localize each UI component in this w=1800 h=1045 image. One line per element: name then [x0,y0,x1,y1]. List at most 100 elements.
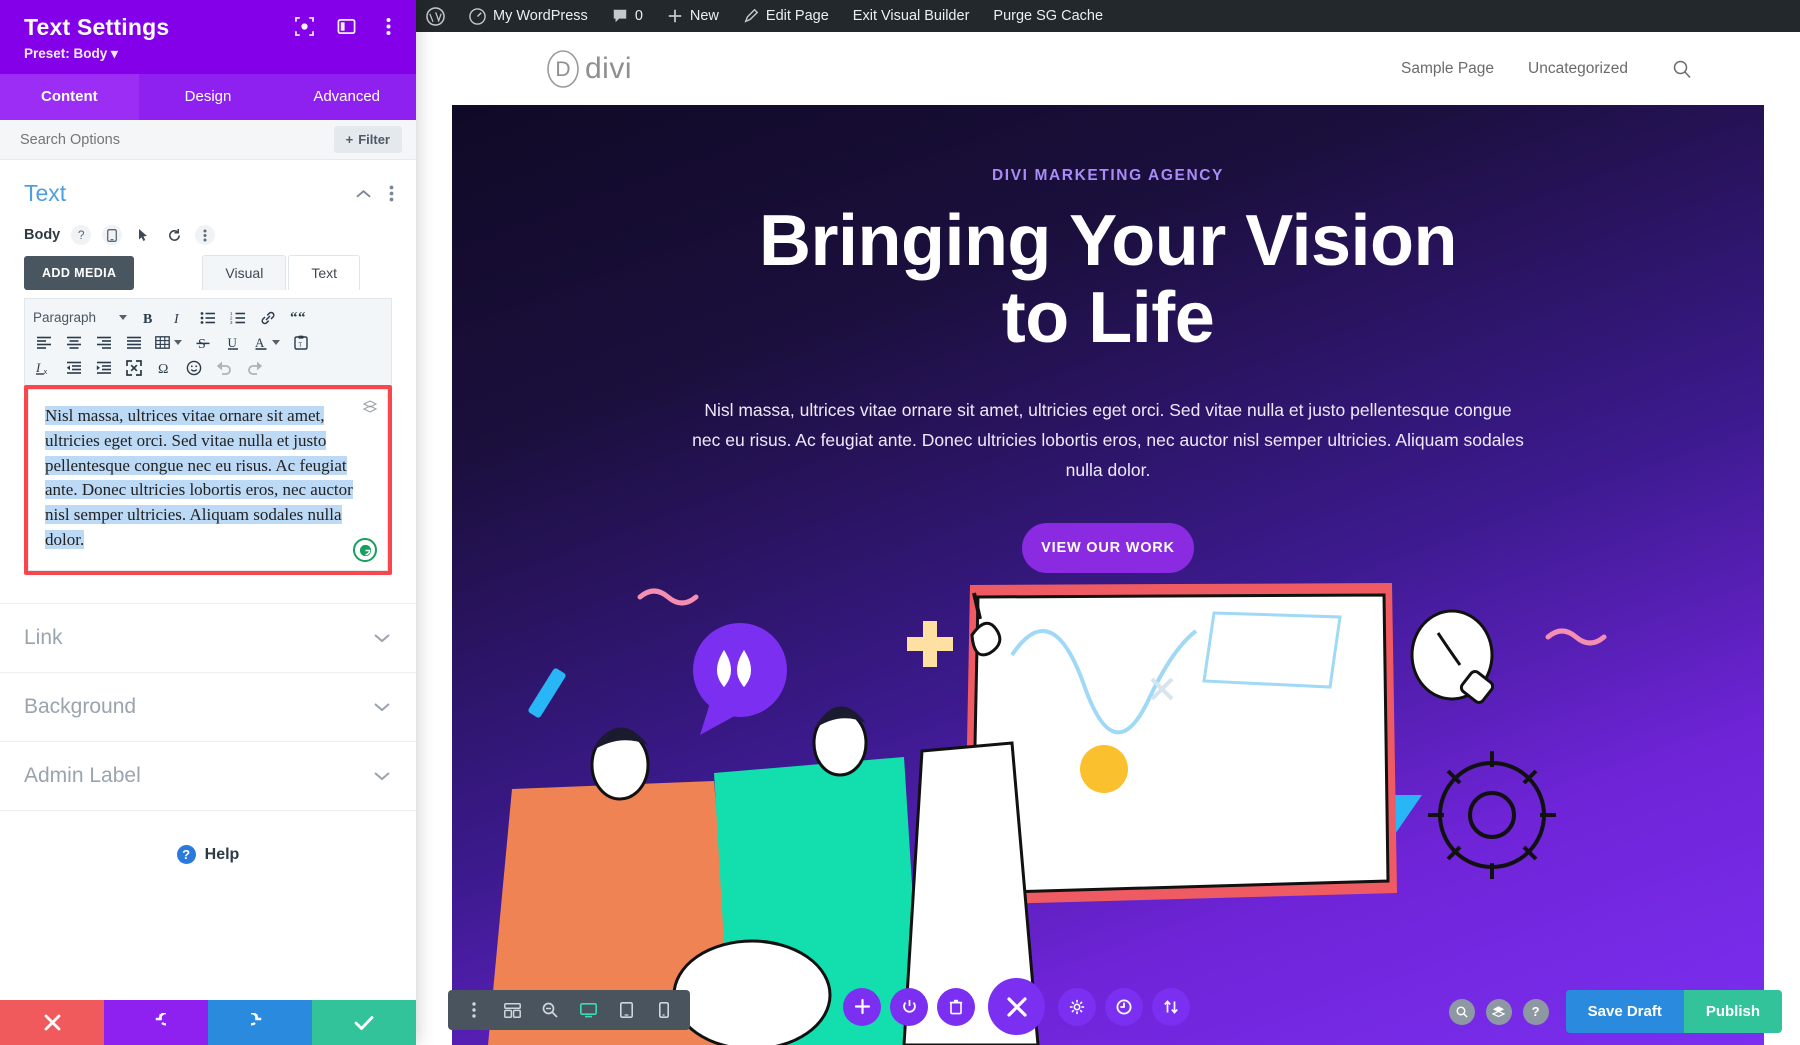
reset-icon[interactable] [164,225,184,245]
layout-panel-icon[interactable] [336,16,356,36]
publish-button[interactable]: Publish [1683,990,1782,1033]
editor-textarea[interactable]: Nisl massa, ultrices vitae ornare sit am… [28,389,388,572]
settings-gear-icon[interactable] [1058,987,1096,1026]
table-icon[interactable] [149,330,188,355]
tab-visual[interactable]: Visual [202,255,287,291]
tab-text[interactable]: Text [288,255,360,291]
wp-admin-bar-item-new[interactable]: New [655,0,731,32]
format-select[interactable]: Paragraph [29,310,133,325]
wp-admin-bar-item-exit-visual-builder[interactable]: Exit Visual Builder [841,0,982,32]
italic-icon[interactable]: I [163,305,193,330]
save-draft-button[interactable]: Save Draft [1565,990,1684,1033]
search-icon[interactable] [1448,998,1475,1025]
strikethrough-icon[interactable]: S [188,330,218,355]
bold-icon[interactable]: B [133,305,163,330]
editor-toolbar-row-1: Paragraph B I 123 ““ [29,305,387,330]
focus-icon[interactable] [294,16,314,36]
redo-icon[interactable] [239,355,269,380]
special-character-icon[interactable]: Ω [149,355,179,380]
search-input[interactable] [20,131,334,148]
hero-eyebrow: DIVI MARKETING AGENCY [992,167,1224,184]
undo-button[interactable] [104,1000,208,1045]
hover-icon[interactable] [133,225,153,245]
cancel-button[interactable] [0,1000,104,1045]
search-icon[interactable] [1672,59,1692,79]
wp-admin-bar-item-comments[interactable]: 0 [600,0,655,32]
accordion-background[interactable]: Background [0,672,416,741]
layers-icon[interactable] [1485,998,1512,1025]
underline-icon[interactable]: U [218,330,248,355]
editor-toolbar-row-3: Ix Ω [29,355,387,380]
help-icon: ? [176,845,196,865]
phone-icon[interactable] [646,990,682,1030]
wp-admin-bar-item-edit-page[interactable]: Edit Page [731,0,841,32]
align-right-icon[interactable] [89,330,119,355]
portability-icon[interactable] [1152,987,1190,1026]
grammarly-icon[interactable] [353,538,377,563]
align-center-icon[interactable] [59,330,89,355]
blockquote-icon[interactable]: ““ [283,305,313,330]
add-section-icon[interactable] [843,987,881,1026]
wireframe-icon[interactable] [494,990,530,1030]
accordion-link[interactable]: Link [0,603,416,672]
bulleted-list-icon[interactable] [193,305,223,330]
field-label-body: Body [24,227,61,244]
tablet-icon[interactable] [608,990,644,1030]
add-media-button[interactable]: ADD MEDIA [24,256,135,291]
preset-label: Preset: Body [24,46,108,62]
accordion-admin-label[interactable]: Admin Label [0,741,416,810]
responsive-icon[interactable] [102,225,123,246]
wp-admin-bar-item-purge-sg-cache[interactable]: Purge SG Cache [981,0,1115,32]
help-icon[interactable]: ? [71,225,92,246]
text-color-icon[interactable]: A [248,330,286,355]
indent-icon[interactable] [89,355,119,380]
wp-admin-bar-item-my-wordpress[interactable]: My WordPress [457,0,600,32]
redo-button[interactable] [208,1000,312,1045]
hero-cta-button[interactable]: VIEW OUR WORK [1022,523,1194,574]
nav-item-sample-page[interactable]: Sample Page [1401,60,1494,78]
help-icon[interactable]: ? [1522,998,1549,1025]
kebab-menu-icon[interactable] [378,16,398,36]
kebab-menu-icon[interactable] [389,185,394,202]
align-justify-icon[interactable] [119,330,149,355]
plus-icon [667,8,683,24]
paste-text-icon[interactable]: T [286,330,316,355]
outdent-icon[interactable] [59,355,89,380]
close-icon[interactable] [988,978,1045,1035]
svg-text:A: A [255,335,265,350]
tab-advanced[interactable]: Advanced [277,74,416,120]
chevron-down-icon [272,340,280,346]
nav-item-uncategorized[interactable]: Uncategorized [1528,60,1628,78]
wp-admin-bar-item-wordpress[interactable] [416,0,457,32]
trash-icon[interactable] [937,987,975,1026]
help-link[interactable]: ? Help [0,810,416,865]
save-button[interactable] [312,1000,416,1045]
chevron-up-icon[interactable] [356,189,371,199]
emoji-icon[interactable] [179,355,209,380]
layers-icon[interactable] [363,400,377,414]
text-settings-panel: Text Settings Preset: Body ▾ Content Des… [0,0,416,1045]
desktop-icon[interactable] [570,990,606,1030]
undo-icon[interactable] [209,355,239,380]
kebab-menu-icon[interactable] [195,225,216,246]
wp-admin-bar-label-exit-visual-builder: Exit Visual Builder [852,8,970,24]
preset-selector[interactable]: Preset: Body ▾ [24,46,396,62]
fullscreen-icon[interactable] [119,355,149,380]
align-left-icon[interactable] [29,330,59,355]
editor-top-row: ADD MEDIA Visual Text [0,245,416,291]
wp-admin-bar-comment-count: 0 [634,8,643,24]
comment-icon [612,8,628,24]
link-icon[interactable] [253,305,283,330]
history-clock-icon[interactable] [1105,987,1143,1026]
filter-button[interactable]: + Filter [333,126,402,154]
chevron-down-icon [174,340,182,346]
section-header-text: Text [0,160,416,223]
numbered-list-icon[interactable]: 123 [223,305,253,330]
tab-design[interactable]: Design [139,74,278,120]
kebab-menu-icon[interactable] [456,990,492,1030]
zoom-out-icon[interactable] [532,990,568,1030]
site-logo[interactable]: D divi [546,49,632,89]
power-icon[interactable] [890,987,928,1026]
clear-formatting-icon[interactable]: Ix [29,355,59,380]
tab-content[interactable]: Content [0,74,139,121]
